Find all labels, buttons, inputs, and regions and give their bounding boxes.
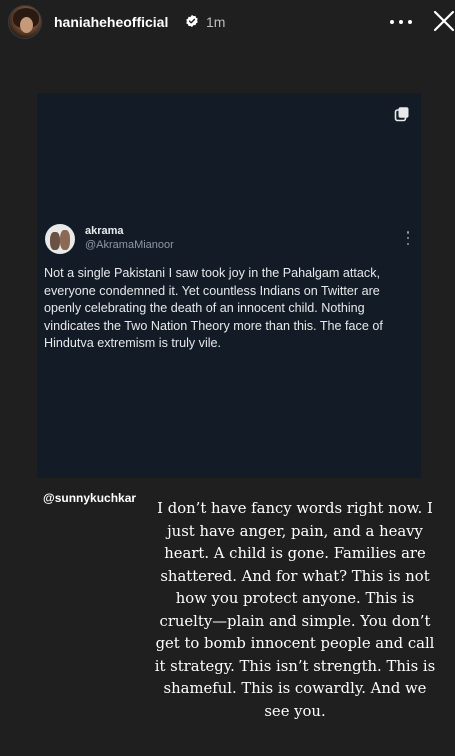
story-time: 1m [206,14,226,30]
tweet-author-handle: @AkramaMianoor [85,239,174,251]
tweet-text: Not a single Pakistani I saw took joy in… [44,266,383,350]
tweet-author-name: akrama [85,225,124,237]
verified-badge-icon [186,14,198,28]
close-icon[interactable] [432,9,455,33]
tweet-screenshot-card: akrama @AkramaMianoor Not a single Pakis… [37,93,421,478]
vertical-ellipsis-icon [406,231,410,245]
tweet-author-avatar [45,224,75,254]
story-header: haniaheheofficial 1m [0,0,455,46]
story-caption: I don’t have fancy words right now. I ju… [154,500,436,720]
profile-avatar[interactable] [8,5,42,39]
story-username[interactable]: haniaheheofficial [54,14,168,30]
copy-icon[interactable] [394,106,410,122]
more-options-icon[interactable] [390,12,412,32]
mention-tag[interactable]: @sunnykuchkar [43,491,136,505]
